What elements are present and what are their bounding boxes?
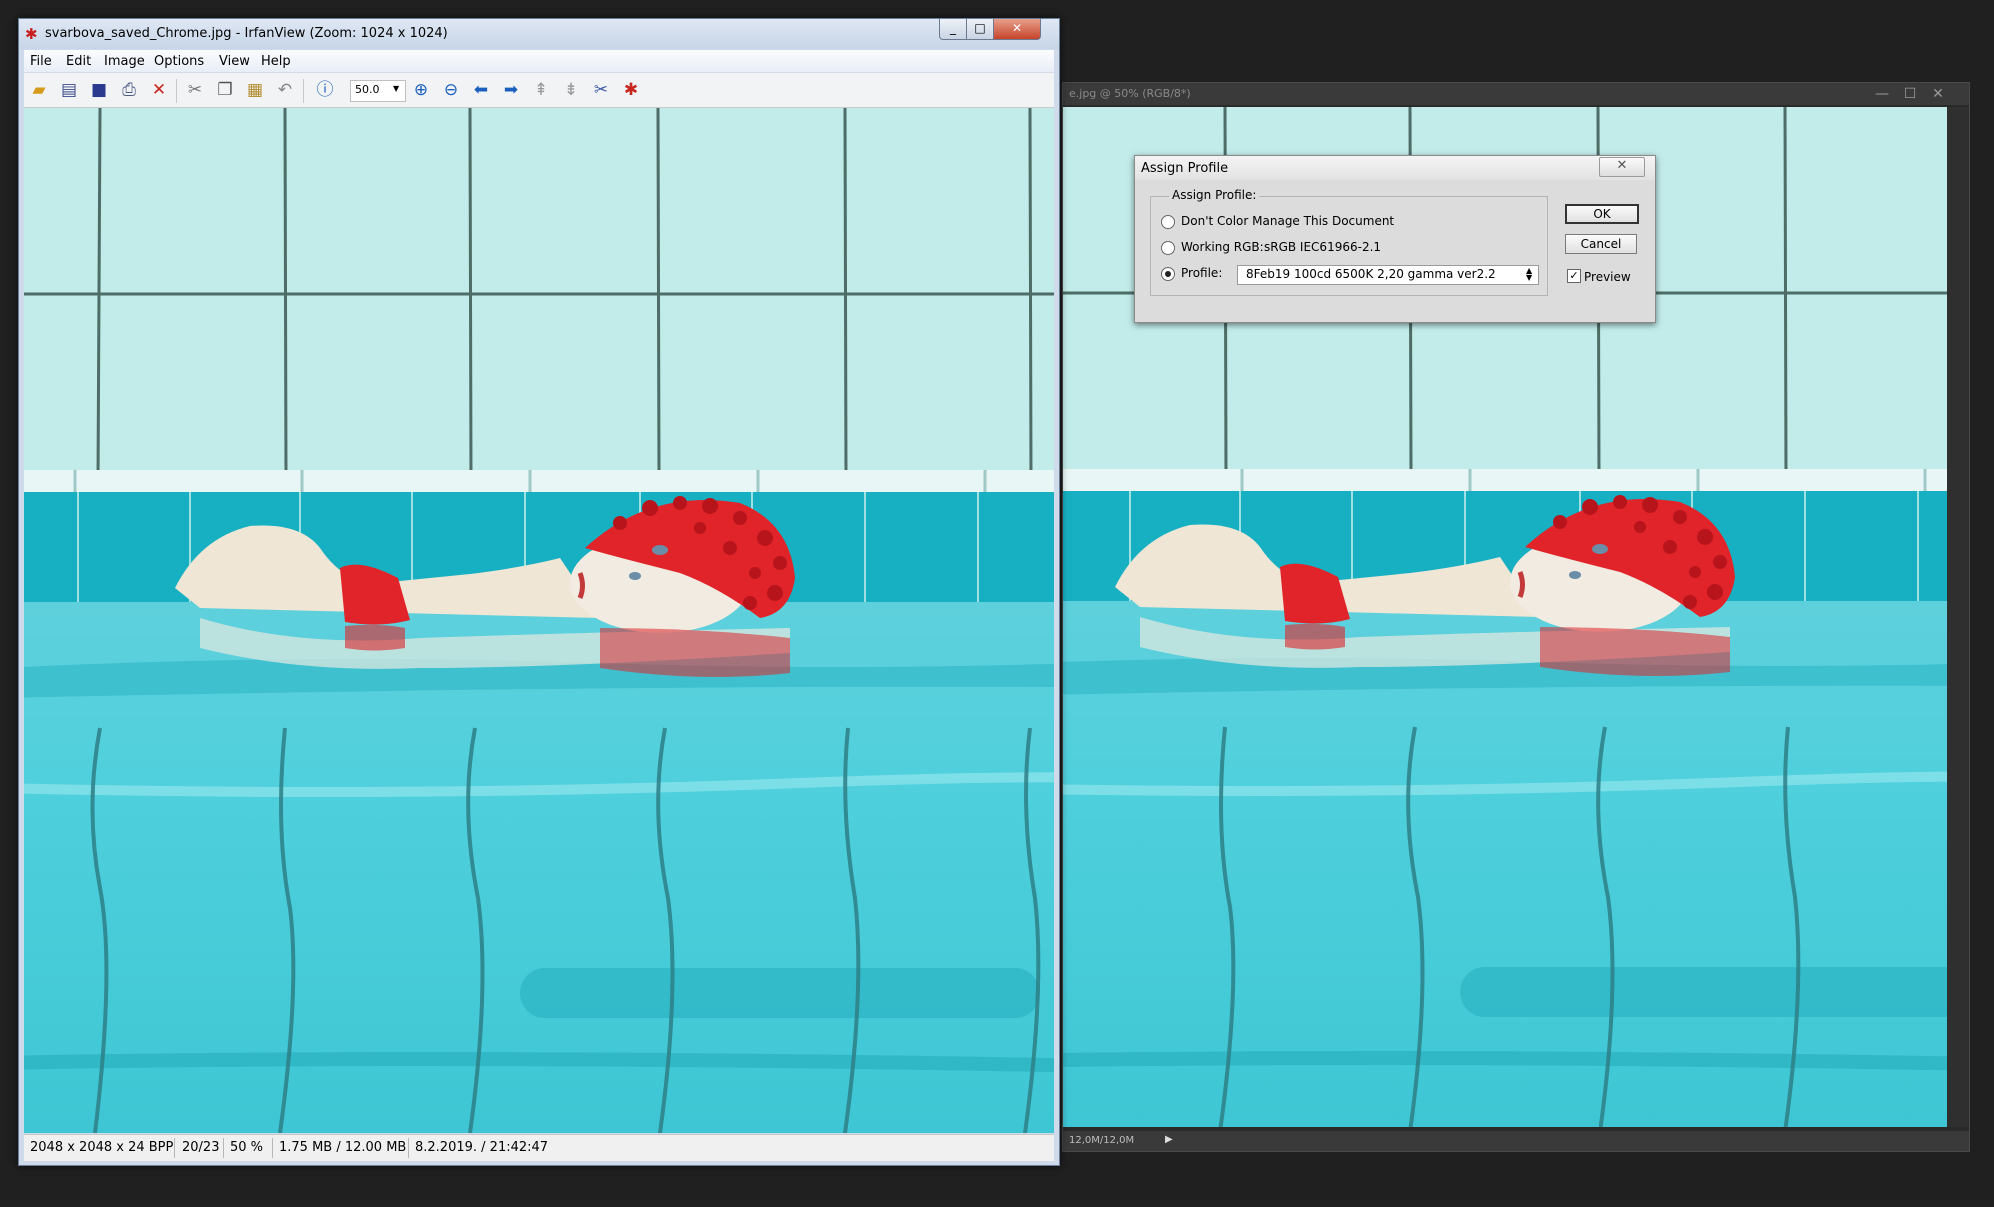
status-menu-arrow-icon[interactable]: ▶ (1165, 1134, 1173, 1145)
info-icon[interactable]: ⓘ (314, 79, 336, 101)
profile-select-value: 8Feb19 100cd 6500K 2,20 gamma ver2.2 (1246, 267, 1496, 281)
minimize-button[interactable]: _ (939, 19, 967, 40)
irfanview-image-canvas[interactable] (24, 108, 1054, 1133)
status-separator (223, 1138, 224, 1158)
cancel-button[interactable]: Cancel (1565, 234, 1637, 254)
photoshop-vertical-scrollbar[interactable] (1947, 107, 1969, 1127)
irfanview-titlebar[interactable]: ✱ svarbova_saved_Chrome.jpg - IrfanView … (19, 19, 1059, 49)
photoshop-document-title: e.jpg @ 50% (RGB/8*) (1069, 87, 1191, 100)
preview-label[interactable]: Preview (1584, 270, 1631, 284)
radio-profile[interactable] (1161, 267, 1175, 281)
zoom-value: 50.0 (355, 83, 380, 96)
toolbar-separator (176, 79, 177, 103)
ok-button[interactable]: OK (1565, 204, 1639, 224)
radio-dont-color-manage[interactable] (1161, 215, 1175, 229)
dialog-title: Assign Profile (1141, 161, 1229, 176)
floppy-disk-icon[interactable]: ■ (88, 79, 110, 101)
status-file-size: 1.75 MB / 12.00 MB (279, 1140, 407, 1155)
photoshop-titlebar[interactable]: e.jpg @ 50% (RGB/8*) — ☐ ✕ (1063, 83, 1969, 105)
toolbar: ▰ ▤ ■ ⎙ ✕ ✂ ❐ ▦ ↶ ⓘ 50.0 ▼ ⊕ ⊖ ⬅ ➡ ⇞ ⇟ ✂… (24, 73, 1054, 108)
irfanview-window: ✱ svarbova_saved_Chrome.jpg - IrfanView … (18, 18, 1060, 1166)
menu-options[interactable]: Options (154, 54, 204, 69)
select-arrows-icon: ▲ ▼ (1526, 266, 1533, 282)
dialog-titlebar[interactable]: Assign Profile ✕ (1135, 156, 1655, 180)
menu-help[interactable]: Help (261, 54, 291, 69)
working-rgb-value: sRGB IEC61966-2.1 (1264, 240, 1382, 254)
pool-photo (24, 108, 1054, 1133)
scissors-icon[interactable]: ✂ (184, 79, 206, 101)
working-rgb-label[interactable]: Working RGB: (1181, 240, 1264, 254)
photoshop-maximize-button[interactable]: ☐ (1897, 85, 1923, 103)
status-zoom: 50 % (230, 1140, 264, 1155)
photoshop-doc-size: 12,0M/12,0M (1069, 1135, 1135, 1146)
zoom-out-icon[interactable]: ⊖ (440, 79, 462, 101)
profile-select[interactable]: 8Feb19 100cd 6500K 2,20 gamma ver2.2 ▲ ▼ (1237, 265, 1539, 285)
paste-icon[interactable]: ▦ (244, 79, 266, 101)
irfanview-exit-icon[interactable]: ✱ (620, 79, 642, 101)
tools-icon[interactable]: ✂ (590, 79, 612, 101)
zoom-combobox[interactable]: 50.0 ▼ (350, 80, 406, 102)
irfanview-app-icon: ✱ (25, 25, 38, 43)
preview-checkbox[interactable]: ✓ (1567, 269, 1581, 283)
zoom-in-icon[interactable]: ⊕ (410, 79, 432, 101)
status-dimensions: 2048 x 2048 x 24 BPP (30, 1140, 174, 1155)
close-button[interactable]: ✕ (993, 19, 1041, 40)
profile-label[interactable]: Profile: (1181, 266, 1222, 280)
copy-icon[interactable]: ❐ (214, 79, 236, 101)
maximize-button[interactable]: □ (966, 19, 994, 40)
folder-open-icon[interactable]: ▰ (28, 79, 50, 101)
status-separator (174, 1138, 175, 1158)
arrow-left-icon[interactable]: ⬅ (470, 79, 492, 101)
radio-working-rgb[interactable] (1161, 241, 1175, 255)
menu-file[interactable]: File (30, 54, 52, 69)
status-date: 8.2.2019. / 21:42:47 (415, 1140, 549, 1155)
status-separator (408, 1138, 409, 1158)
toolbar-separator (303, 79, 304, 103)
delete-x-icon[interactable]: ✕ (148, 79, 170, 101)
radio-selected-dot (1165, 271, 1171, 277)
filmstrip-icon[interactable]: ▤ (58, 79, 80, 101)
page-down-icon[interactable]: ⇟ (560, 79, 582, 101)
menu-view[interactable]: View (219, 54, 250, 69)
undo-icon[interactable]: ↶ (274, 79, 296, 101)
assign-profile-group: Assign Profile: Don't Color Manage This … (1150, 188, 1548, 296)
printer-icon[interactable]: ⎙ (118, 79, 140, 101)
photoshop-close-button[interactable]: ✕ (1925, 85, 1951, 103)
dialog-close-button[interactable]: ✕ (1599, 157, 1645, 177)
dont-color-manage-label[interactable]: Don't Color Manage This Document (1181, 214, 1394, 228)
photoshop-minimize-button[interactable]: — (1869, 85, 1895, 103)
group-title: Assign Profile: (1169, 188, 1260, 202)
menu-image[interactable]: Image (104, 54, 145, 69)
page-up-icon[interactable]: ⇞ (530, 79, 552, 101)
menu-edit[interactable]: Edit (66, 54, 91, 69)
irfanview-window-title: svarbova_saved_Chrome.jpg - IrfanView (Z… (45, 26, 448, 41)
chevron-down-icon[interactable]: ▼ (393, 84, 399, 93)
menu-bar: File Edit Image Options View Help (24, 50, 1054, 73)
photoshop-status-bar: 12,0M/12,0M ▶ (1063, 1131, 1969, 1151)
status-separator (272, 1138, 273, 1158)
status-file-index: 20/23 (182, 1140, 220, 1155)
arrow-right-icon[interactable]: ➡ (500, 79, 522, 101)
status-bar: 2048 x 2048 x 24 BPP 20/23 50 % 1.75 MB … (24, 1134, 1054, 1161)
assign-profile-dialog: Assign Profile ✕ Assign Profile: Don't C… (1134, 155, 1656, 323)
